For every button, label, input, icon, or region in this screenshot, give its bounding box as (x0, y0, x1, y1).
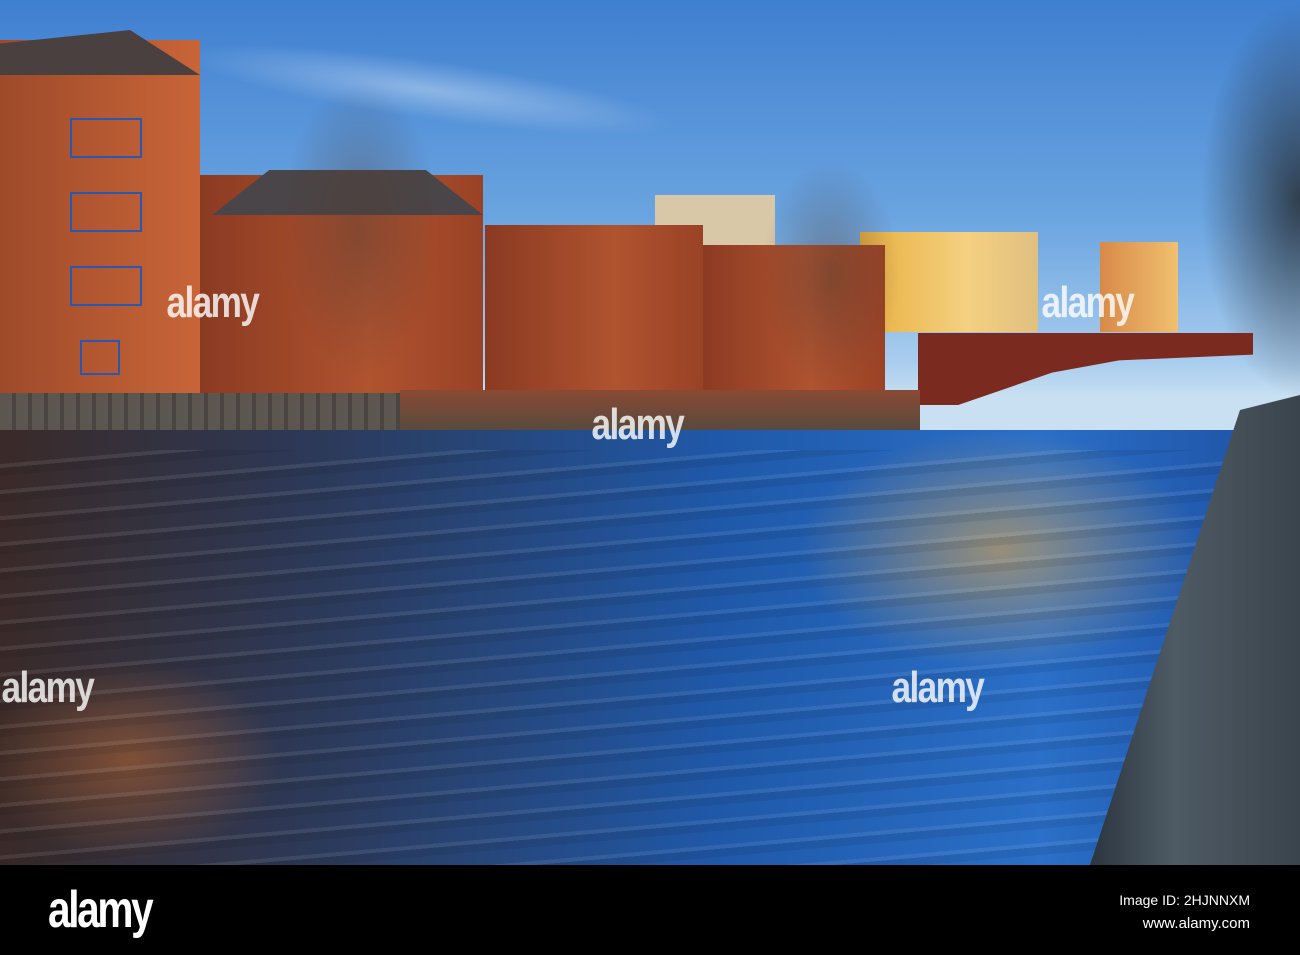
footer-bar (0, 865, 1300, 955)
trees (280, 80, 440, 380)
watermark: alamy (166, 278, 259, 327)
building-middle (485, 225, 703, 390)
balcony (70, 192, 142, 232)
watermark: alamy (1041, 278, 1134, 327)
watermark: alamy (591, 400, 684, 449)
image-id: Image ID: 2HJNNXM (1119, 892, 1250, 908)
watermark: alamy (891, 663, 984, 712)
balcony (80, 340, 120, 375)
balcony (70, 118, 142, 158)
trees (760, 160, 900, 390)
balcony (70, 266, 142, 306)
website-link: www.alamy.com (1142, 915, 1250, 932)
water-ripples (0, 450, 1300, 865)
photo-river-scene: alamy alamy alamy alamy alamy (0, 0, 1300, 865)
alamy-logo: alamy (48, 881, 154, 939)
watermark: alamy (1, 663, 94, 712)
